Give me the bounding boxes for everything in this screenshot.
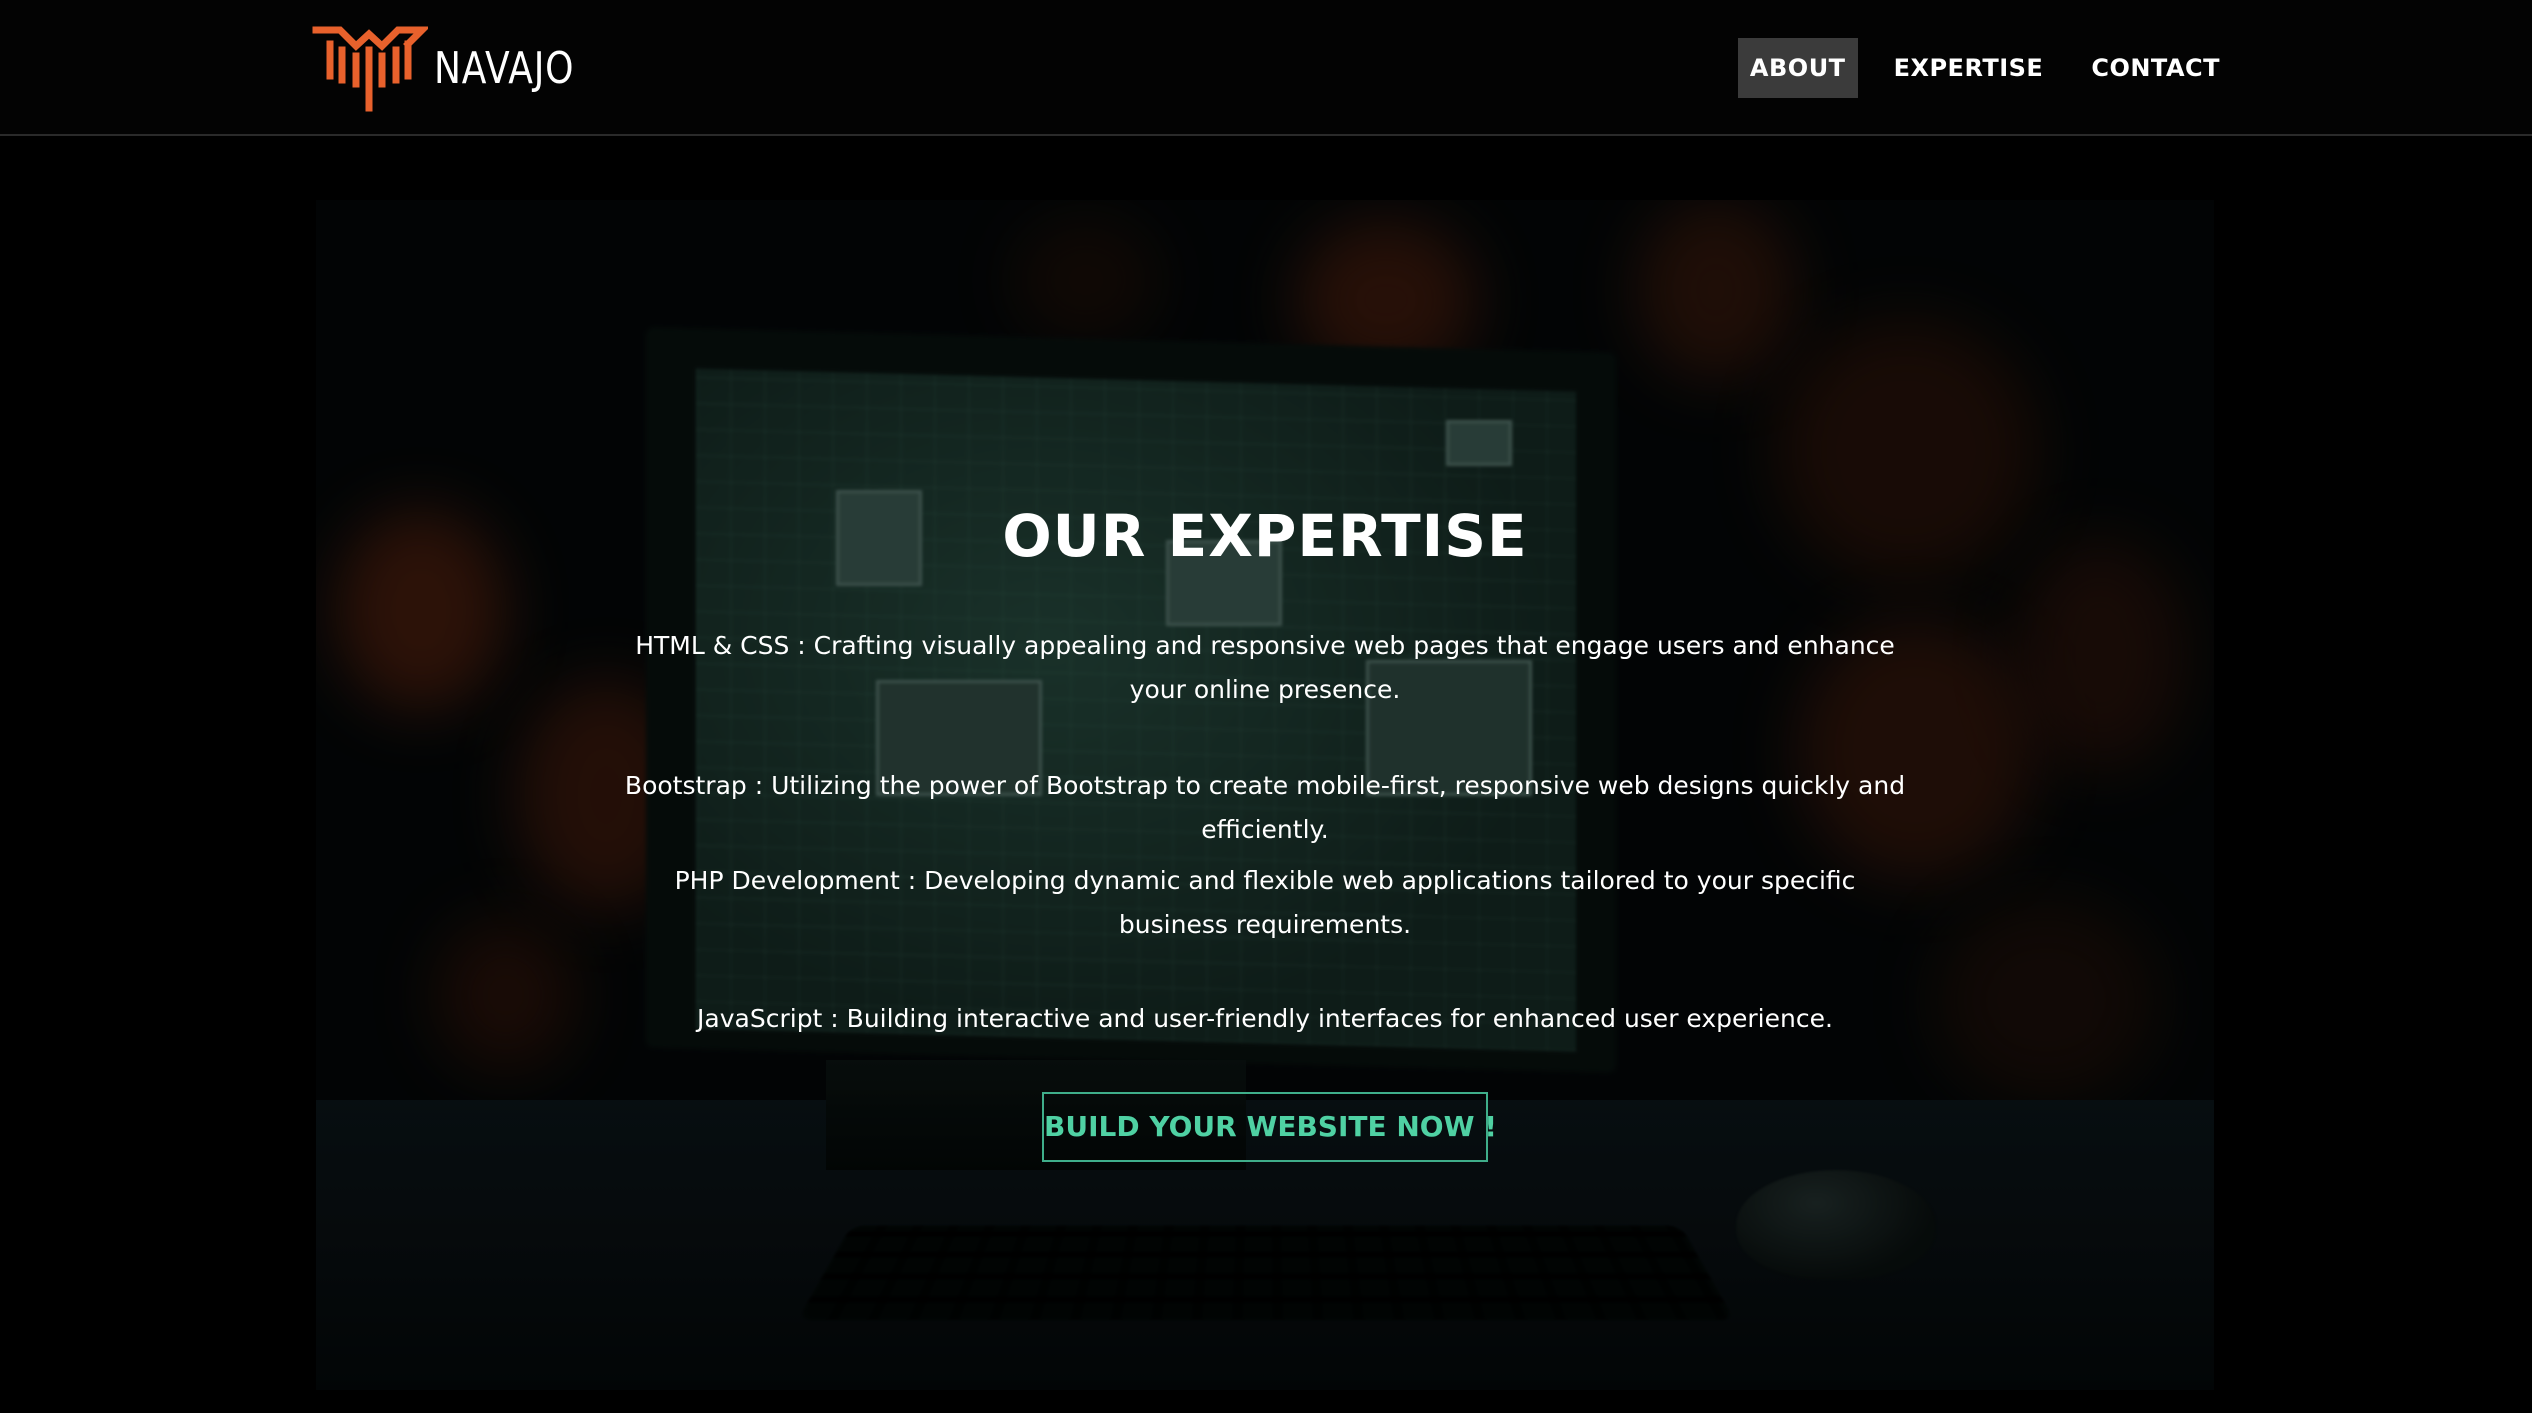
expertise-hero: OUR EXPERTISE HTML & CSS : Crafting visu… xyxy=(316,200,2214,1390)
navajo-logo-icon xyxy=(312,26,428,112)
expertise-item-html-css: HTML & CSS : Crafting visually appealing… xyxy=(316,624,2214,712)
nav-item-contact[interactable]: CONTACT xyxy=(2079,38,2232,98)
main-nav: ABOUT EXPERTISE CONTACT xyxy=(1714,38,2232,98)
brand-logo-link[interactable]: NAVAJO xyxy=(310,24,605,112)
expertise-item-bootstrap: Bootstrap : Utilizing the power of Boots… xyxy=(316,764,2214,852)
build-website-button[interactable]: BUILD YOUR WEBSITE NOW ! xyxy=(1042,1092,1497,1162)
page: NAVAJO ABOUT EXPERTISE CONTACT OUR EXPER… xyxy=(0,0,2532,1413)
expertise-item-text: PHP Development : Developing dynamic and… xyxy=(674,866,1856,939)
brand-name: NAVAJO xyxy=(434,42,575,94)
site-header: NAVAJO ABOUT EXPERTISE CONTACT xyxy=(0,0,2532,136)
expertise-item-text: JavaScript : Building interactive and us… xyxy=(697,1004,1833,1033)
expertise-item-php: PHP Development : Developing dynamic and… xyxy=(316,859,2214,947)
expertise-item-javascript: JavaScript : Building interactive and us… xyxy=(316,997,2214,1041)
expertise-item-text: HTML & CSS : Crafting visually appealing… xyxy=(635,631,1895,704)
expertise-item-text: Bootstrap : Utilizing the power of Boots… xyxy=(624,771,1906,844)
nav-item-expertise[interactable]: EXPERTISE xyxy=(1882,38,2056,98)
hero-content: OUR EXPERTISE HTML & CSS : Crafting visu… xyxy=(316,200,2214,1390)
page-title: OUR EXPERTISE xyxy=(1002,502,1528,570)
nav-item-about[interactable]: ABOUT xyxy=(1737,38,1858,98)
